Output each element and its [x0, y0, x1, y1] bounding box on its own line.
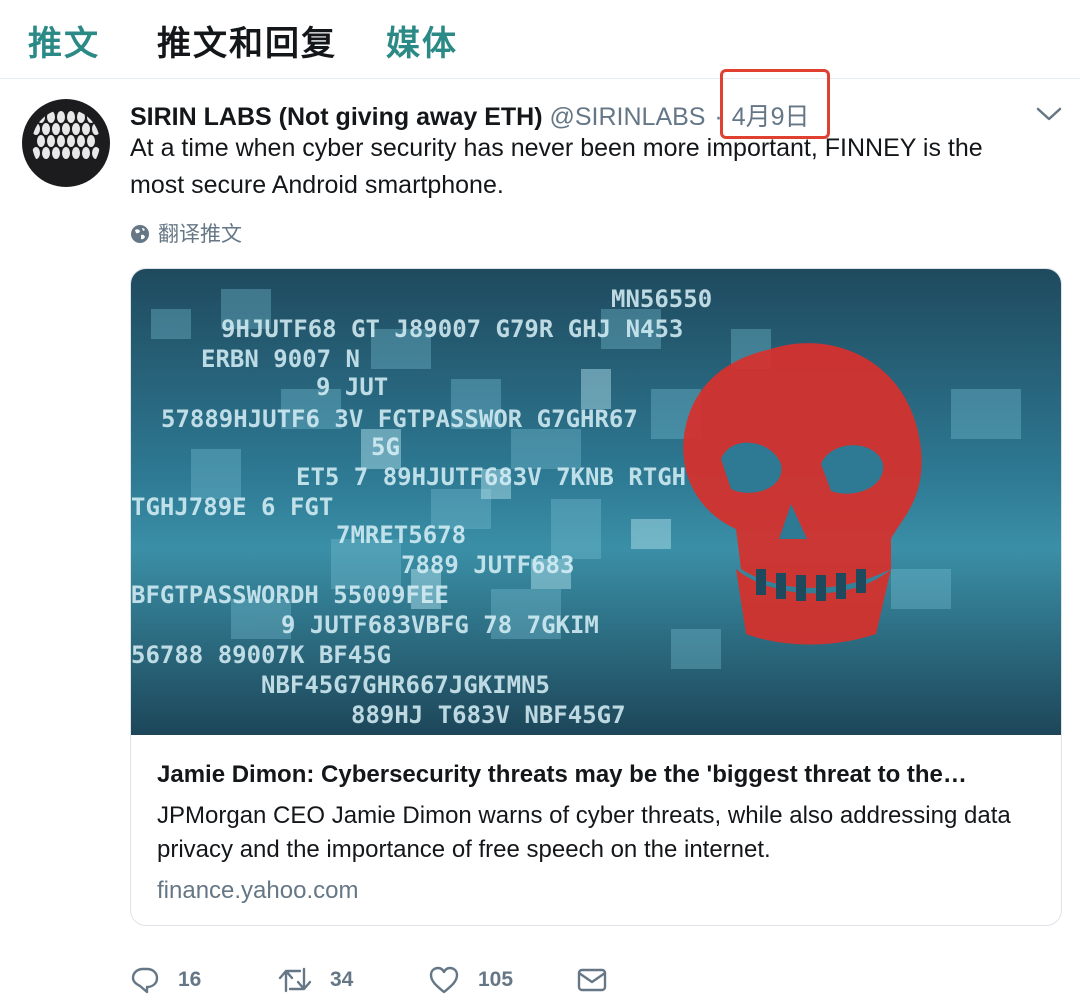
globe-icon	[131, 225, 149, 243]
reply-button[interactable]: 16	[130, 960, 201, 1000]
like-icon	[429, 966, 459, 994]
tab-tweets[interactable]: 推文	[28, 16, 100, 65]
tab-media[interactable]: 媒体	[386, 16, 458, 65]
image-code-line: 9HJUTF68 GT J89007 G79R GHJ N453	[221, 315, 683, 343]
profile-tabs: 推文 推文和回复 媒体	[0, 0, 1080, 79]
direct-message-button[interactable]	[576, 960, 608, 1000]
image-code-line: 7889 JUTF683	[401, 551, 574, 579]
image-code-line: MN56550	[611, 285, 712, 313]
image-code-line: TGHJ789E 6 FGT	[131, 493, 333, 521]
image-code-line: 5G	[371, 433, 400, 461]
like-count: 105	[478, 968, 514, 991]
like-button[interactable]: 105	[428, 960, 513, 1000]
image-code-line: 57889HJUTF6 3V FGTPASSWOR G7GHR67	[161, 405, 638, 433]
image-code-line: 9 JUTF683VBFG 78 7GKIM	[281, 611, 599, 639]
image-code-line: 7MRET5678	[336, 521, 466, 549]
image-code-line: ERBN 9007 N	[201, 345, 360, 373]
translate-tweet-link[interactable]: 翻译推文	[130, 218, 242, 248]
reply-icon	[131, 967, 159, 994]
translate-label: 翻译推文	[158, 222, 242, 246]
display-name[interactable]: SIRIN LABS (Not giving away ETH)	[130, 103, 543, 131]
user-handle[interactable]: @SIRINLABS	[549, 103, 705, 131]
tweet-text: At a time when cyber security has never …	[130, 134, 983, 199]
card-image: MN56550 9HJUTF68 GT J89007 G79R GHJ N453…	[131, 269, 1061, 735]
avatar[interactable]	[22, 99, 110, 187]
tweet-header: SIRIN LABS (Not giving away ETH) @SIRINL…	[130, 97, 810, 131]
tab-tweets-and-replies[interactable]: 推文和回复	[157, 16, 337, 65]
card-domain: finance.yahoo.com	[157, 877, 359, 904]
message-icon	[577, 968, 607, 992]
date-highlight-box	[720, 69, 830, 139]
retweet-button[interactable]: 34	[278, 960, 353, 1000]
image-code-line: 56788 89007K BF45G	[131, 641, 391, 669]
image-code-line: 9 JUT	[316, 373, 388, 401]
reply-count: 16	[178, 968, 202, 991]
retweet-count: 34	[330, 968, 354, 991]
link-card[interactable]: MN56550 9HJUTF68 GT J89007 G79R GHJ N453…	[130, 268, 1062, 926]
image-code-line: NBF45G7GHR667JGKIMN5	[261, 671, 550, 699]
card-title[interactable]: Jamie Dimon: Cybersecurity threats may b…	[157, 761, 1037, 789]
image-code-line: ET5 7 89HJUTF683V 7KNB RTGH	[296, 463, 686, 491]
cyber-skull-image: MN56550 9HJUTF68 GT J89007 G79R GHJ N453…	[131, 285, 1021, 729]
sirin-logo-icon	[32, 111, 100, 159]
image-code-line: 889HJ T683V NBF45G7	[351, 701, 626, 729]
chevron-down-icon[interactable]	[1034, 104, 1064, 124]
card-description: JPMorgan CEO Jamie Dimon warns of cyber …	[157, 802, 1011, 863]
retweet-icon	[278, 967, 312, 993]
tweet-actions: 16 34 105	[130, 960, 830, 1000]
image-code-line: BFGTPASSWORDH 55009FEE	[131, 581, 449, 609]
